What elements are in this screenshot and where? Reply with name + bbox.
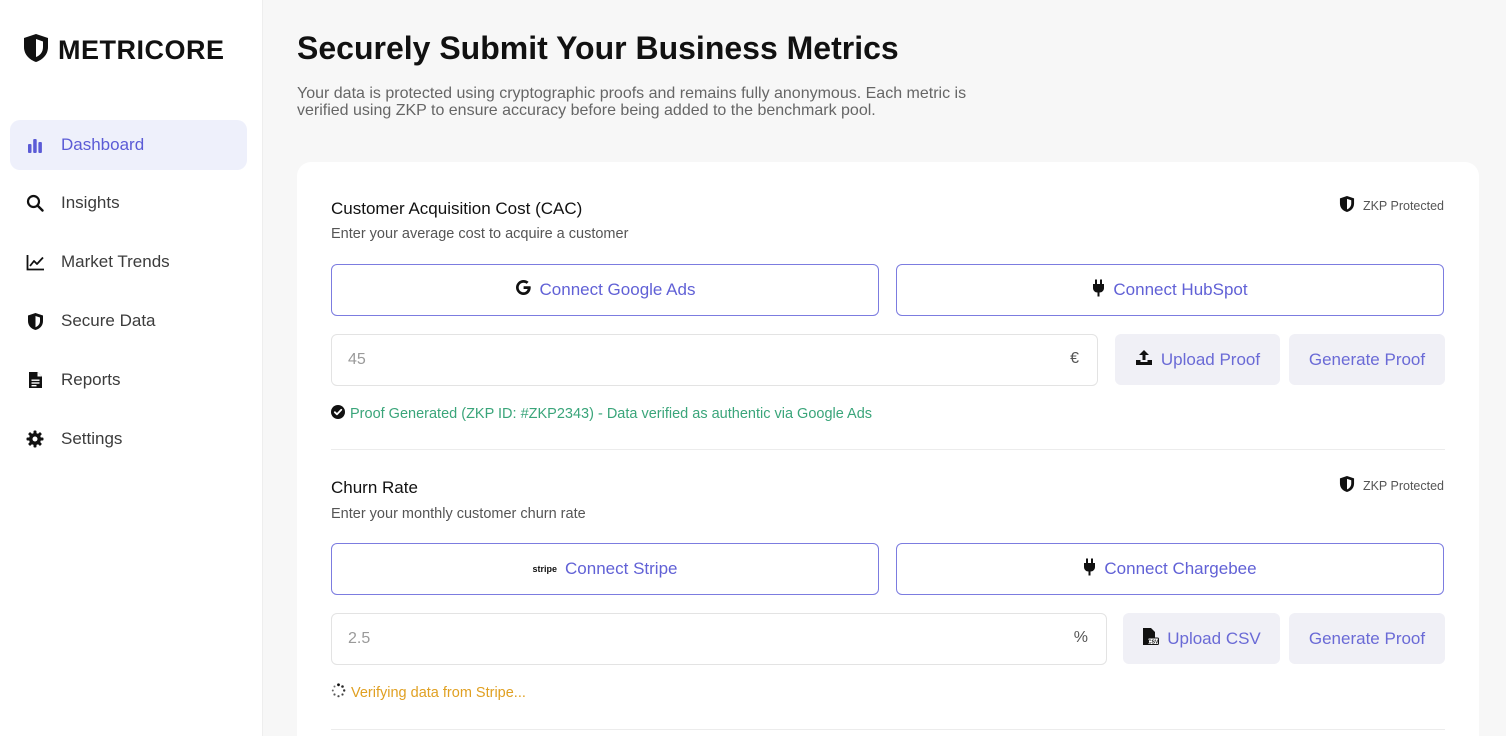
- sidebar-item-market-trends[interactable]: Market Trends: [10, 237, 247, 287]
- plug-icon: [1083, 558, 1096, 581]
- zkp-badge: ZKP Protected: [1339, 475, 1444, 496]
- zkp-badge: ZKP Protected: [1339, 195, 1444, 216]
- verification-status-text: Verifying data from Stripe...: [351, 684, 526, 701]
- churn-value-input[interactable]: [348, 614, 968, 664]
- button-label: Upload Proof: [1160, 349, 1261, 369]
- brand-name: METRICORE: [58, 35, 225, 65]
- search-icon: [25, 193, 45, 213]
- metrics-card: Customer Acquisition Cost (CAC) Enter yo…: [297, 162, 1479, 736]
- document-icon: [25, 370, 45, 390]
- generate-proof-button[interactable]: Generate Proof: [1289, 334, 1445, 385]
- gear-icon: [25, 429, 45, 449]
- percent-unit: %: [1073, 629, 1088, 646]
- sidebar-item-label: Market Trends: [61, 252, 170, 271]
- sidebar-item-insights[interactable]: Insights: [10, 178, 247, 228]
- cac-value-field[interactable]: €: [331, 334, 1098, 386]
- currency-unit: €: [1070, 350, 1079, 367]
- upload-icon: [1135, 349, 1153, 371]
- page-title: Securely Submit Your Business Metrics: [297, 30, 899, 66]
- shield-icon: [1339, 195, 1355, 216]
- sidebar-item-settings[interactable]: Settings: [10, 414, 247, 464]
- button-label: Generate Proof: [1308, 628, 1426, 648]
- sidebar-item-label: Insights: [61, 193, 120, 212]
- shield-icon: [25, 311, 45, 331]
- zkp-badge-label: ZKP Protected: [1362, 478, 1444, 493]
- connect-hubspot-button[interactable]: Connect HubSpot: [896, 264, 1444, 316]
- brand-logo[interactable]: METRICORE: [22, 33, 225, 68]
- sidebar-item-label: Secure Data: [61, 311, 156, 330]
- check-circle-icon: [331, 405, 345, 423]
- verification-status: Verifying data from Stripe...: [331, 683, 526, 702]
- bar-chart-icon: [25, 135, 45, 155]
- button-label: Connect Chargebee: [1104, 559, 1257, 578]
- metric-title: Churn Rate: [331, 478, 418, 497]
- button-label: Connect Stripe: [565, 559, 678, 578]
- page-description-line: Your data is protected using cryptograph…: [297, 85, 967, 102]
- button-label: Generate Proof: [1308, 349, 1426, 369]
- metric-subtitle: Enter your monthly customer churn rate: [331, 506, 586, 522]
- proof-status-text: Proof Generated (ZKP ID: #ZKP2343) - Dat…: [350, 406, 873, 422]
- connect-google-ads-button[interactable]: Connect Google Ads: [331, 264, 879, 316]
- connect-chargebee-button[interactable]: Connect Chargebee: [896, 543, 1444, 595]
- section-divider: [331, 449, 1445, 450]
- button-label: Upload CSV: [1167, 628, 1261, 648]
- cac-value-input[interactable]: [348, 335, 960, 385]
- page-description: Your data is protected using cryptograph…: [297, 85, 1087, 119]
- button-label: Connect HubSpot: [1113, 280, 1248, 299]
- button-label: Connect Google Ads: [539, 280, 696, 299]
- sidebar-item-dashboard[interactable]: Dashboard: [10, 120, 247, 170]
- zkp-badge-label: ZKP Protected: [1362, 198, 1444, 213]
- shield-icon: [1339, 475, 1355, 496]
- upload-proof-button[interactable]: Upload Proof: [1115, 334, 1280, 385]
- churn-value-field[interactable]: %: [331, 613, 1107, 665]
- plug-icon: [1092, 279, 1105, 302]
- sidebar-item-reports[interactable]: Reports: [10, 355, 247, 405]
- proof-status: Proof Generated (ZKP ID: #ZKP2343) - Dat…: [331, 405, 872, 423]
- sidebar: METRICORE Dashboard Insights Market Tren…: [0, 0, 263, 736]
- metric-title: Customer Acquisition Cost (CAC): [331, 199, 583, 218]
- stripe-icon: stripe: [532, 564, 558, 574]
- spinner-icon: [331, 683, 346, 702]
- sidebar-item-label: Dashboard: [61, 135, 145, 154]
- connect-stripe-button[interactable]: stripe Connect Stripe: [331, 543, 879, 595]
- google-icon: [515, 279, 532, 301]
- section-divider: [331, 729, 1445, 730]
- metric-subtitle: Enter your average cost to acquire a cus…: [331, 226, 629, 242]
- page-description-line: verified using ZKP to ensure accuracy be…: [297, 102, 876, 119]
- svg-text:CSV: CSV: [1148, 639, 1159, 645]
- sidebar-item-label: Reports: [61, 370, 121, 389]
- shield-icon: [22, 33, 50, 68]
- csv-file-icon: CSV: [1142, 627, 1159, 651]
- sidebar-item-label: Settings: [61, 429, 123, 448]
- upload-csv-button[interactable]: CSV Upload CSV: [1123, 613, 1280, 664]
- line-chart-icon: [25, 252, 45, 272]
- sidebar-item-secure-data[interactable]: Secure Data: [10, 296, 247, 346]
- generate-proof-button[interactable]: Generate Proof: [1289, 613, 1445, 664]
